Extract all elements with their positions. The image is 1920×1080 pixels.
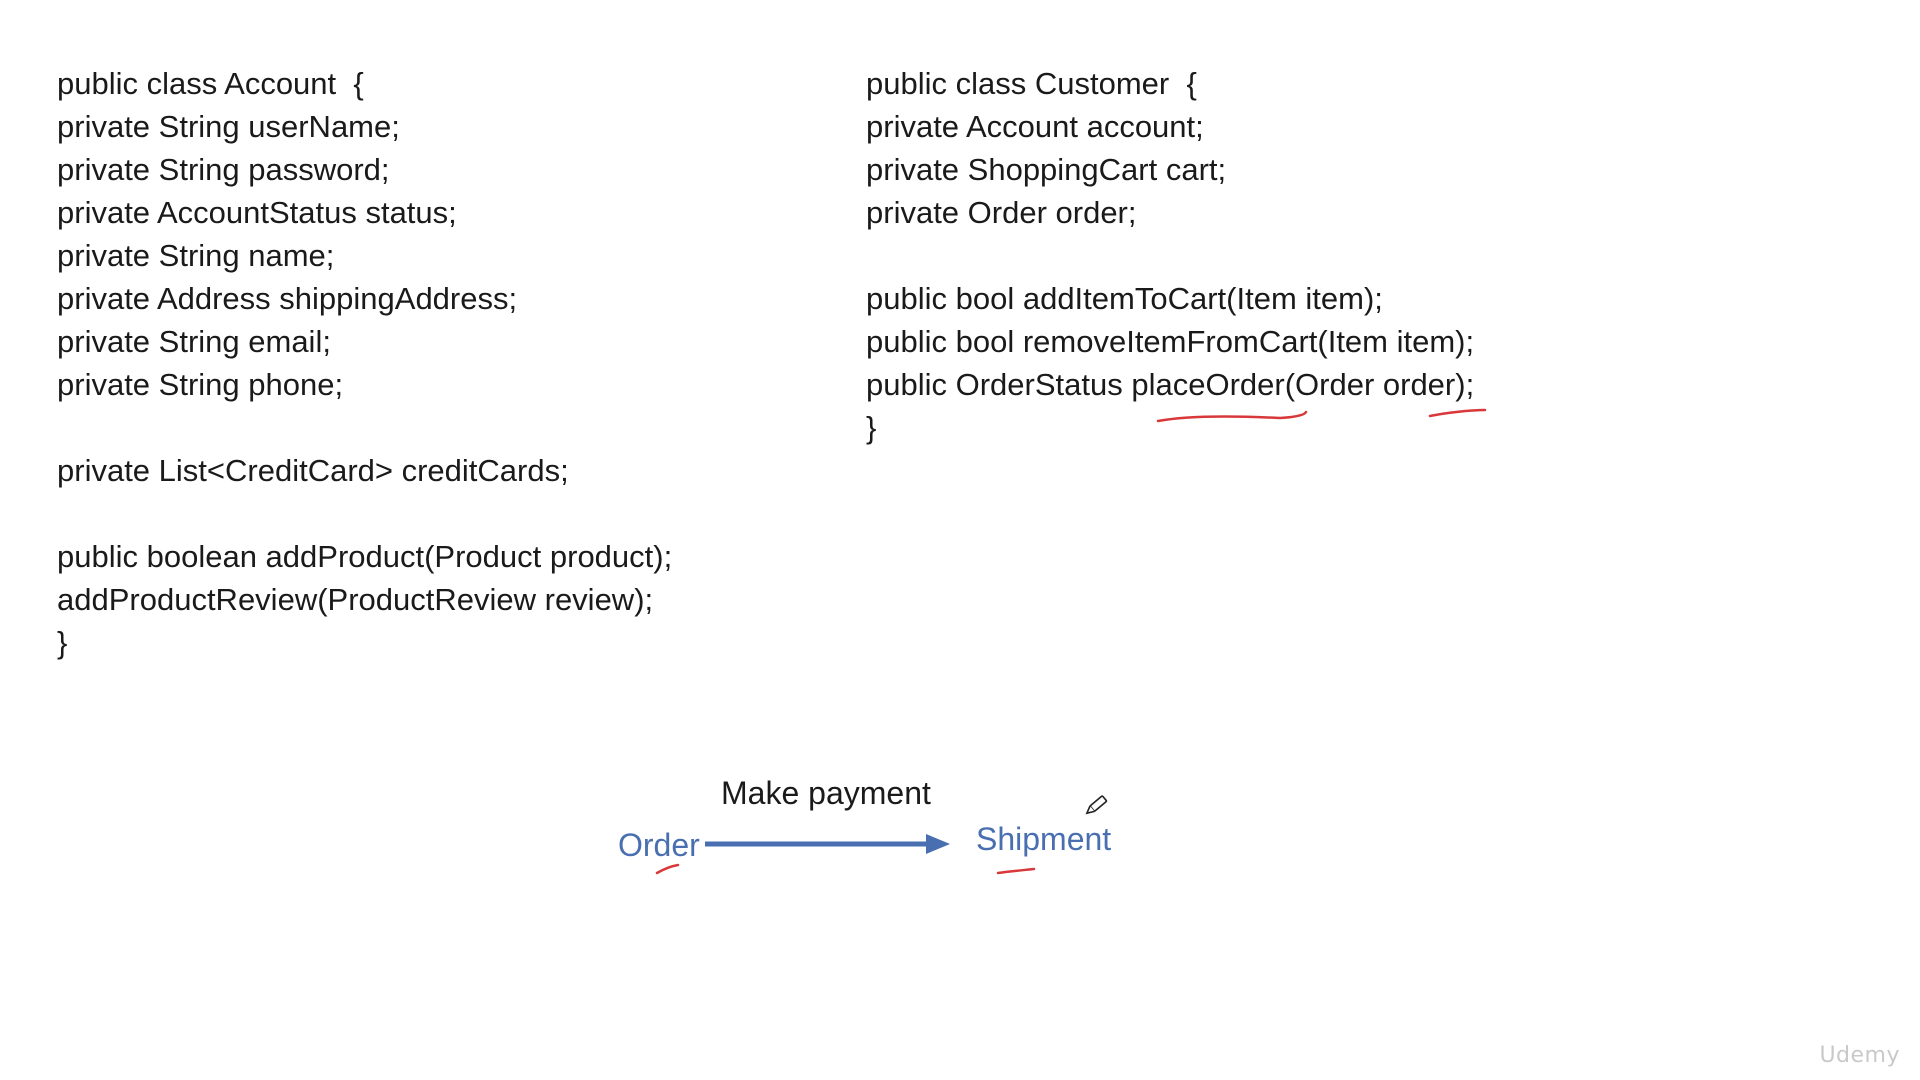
account-field-shipping-address: private Address shippingAddress;: [57, 281, 518, 316]
customer-field-order: private Order order;: [866, 195, 1137, 230]
underline-shipment-node: [996, 867, 1036, 875]
customer-method-place-order: public OrderStatus placeOrder(Order orde…: [866, 367, 1475, 402]
order-node-label: Order: [618, 827, 700, 863]
arrow-head: [926, 834, 950, 854]
customer-class-declaration: public class Customer {: [866, 66, 1197, 101]
customer-field-account: private Account account;: [866, 109, 1204, 144]
shipment-node-label: Shipment: [976, 821, 1112, 857]
account-field-phone: private String phone;: [57, 367, 344, 402]
account-field-status: private AccountStatus status;: [57, 195, 457, 230]
make-payment-label: Make payment: [721, 775, 931, 811]
udemy-watermark: Udemy: [1819, 1043, 1900, 1068]
customer-method-remove-item-from-cart: public bool removeItemFromCart(Item item…: [866, 324, 1475, 359]
account-class-declaration: public class Account {: [57, 66, 364, 101]
account-method-add-product: public boolean addProduct(Product produc…: [57, 539, 673, 574]
underline-order-node: [655, 863, 680, 875]
account-method-add-product-review: addProductReview(ProductReview review);: [57, 582, 654, 617]
order-to-shipment-arrow: [705, 834, 950, 854]
customer-method-add-item-to-cart: public bool addItemToCart(Item item);: [866, 281, 1383, 316]
customer-class-code: public class Customer { private Account …: [866, 64, 1666, 464]
account-field-credit-cards: private List<CreditCard> creditCards;: [57, 453, 569, 488]
customer-class-closing-brace: }: [866, 410, 877, 445]
account-class-code: public class Account { private String us…: [57, 64, 817, 684]
account-class-closing-brace: }: [57, 625, 68, 660]
account-field-password: private String password;: [57, 152, 390, 187]
account-field-username: private String userName;: [57, 109, 400, 144]
customer-field-cart: private ShoppingCart cart;: [866, 152, 1227, 187]
account-field-email: private String email;: [57, 324, 331, 359]
account-field-name: private String name;: [57, 238, 335, 273]
pen-cursor-icon: [1085, 795, 1108, 815]
